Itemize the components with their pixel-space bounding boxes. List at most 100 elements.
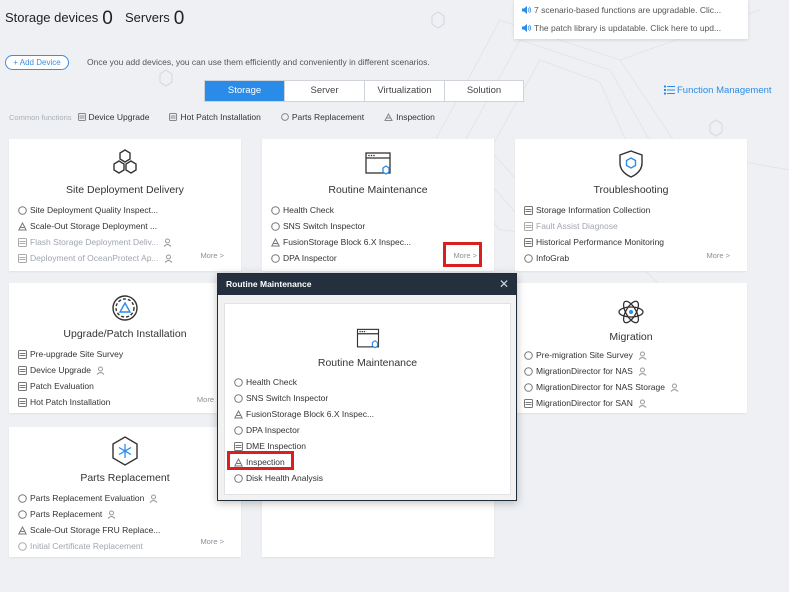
tab-solution[interactable]: Solution xyxy=(445,81,523,101)
upgrade-item-device-upgrade[interactable]: Device Upgrade xyxy=(18,362,231,378)
device-icon xyxy=(524,221,533,231)
card-title: Troubleshooting xyxy=(593,184,669,196)
site-item-flash-storage[interactable]: Flash Storage Deployment Deliv... xyxy=(18,234,231,250)
user-icon xyxy=(149,494,158,503)
more-link[interactable]: More > xyxy=(200,537,224,546)
item-label: SNS Switch Inspector xyxy=(283,221,366,231)
parts-item-certificate[interactable]: Initial Certificate Replacement xyxy=(18,538,231,554)
migration-item-nas-storage[interactable]: MigrationDirector for NAS Storage xyxy=(524,379,737,395)
device-icon xyxy=(18,397,27,407)
cluster-icon xyxy=(384,113,393,121)
close-icon[interactable]: ✕ xyxy=(499,274,509,295)
cluster-icon xyxy=(234,409,243,418)
circle-icon xyxy=(18,205,27,215)
routine-item-sns-switch[interactable]: SNS Switch Inspector xyxy=(271,218,484,234)
common-parts-replacement[interactable]: Parts Replacement xyxy=(280,112,365,122)
upgrade-item-site-survey[interactable]: Pre-upgrade Site Survey xyxy=(18,346,231,362)
card-troubleshooting: Troubleshooting Storage Information Coll… xyxy=(515,139,747,271)
user-icon xyxy=(164,254,172,263)
parts-item-fru-replace[interactable]: Scale-Out Storage FRU Replace... xyxy=(18,522,231,538)
notice-patch-library-text: The patch library is updatable. Click he… xyxy=(534,23,722,33)
add-device-button[interactable]: + Add Device xyxy=(5,55,69,70)
item-label: Fault Assist Diagnose xyxy=(536,221,618,231)
item-label: Hot Patch Installation xyxy=(30,397,111,407)
tab-storage[interactable]: Storage xyxy=(205,81,285,101)
dialog-item-dpa-inspector[interactable]: DPA Inspector xyxy=(234,422,374,438)
card-title: Site Deployment Delivery xyxy=(66,184,184,196)
card-title: Upgrade/Patch Installation xyxy=(63,328,187,340)
more-highlight-box xyxy=(443,242,482,267)
trouble-item-fault-assist[interactable]: Fault Assist Diagnose xyxy=(524,218,737,234)
notice-upgradable[interactable]: 7 scenario-based functions are upgradabl… xyxy=(521,5,743,15)
circle-icon xyxy=(234,377,243,387)
common-parts-replacement-label: Parts Replacement xyxy=(291,112,365,122)
item-label: MigrationDirector for SAN xyxy=(536,398,633,408)
item-label: Parts Replacement Evaluation xyxy=(30,493,145,503)
device-icon xyxy=(18,237,27,247)
routine-item-health-check[interactable]: Health Check xyxy=(271,202,484,218)
item-label: Device Upgrade xyxy=(30,365,91,375)
dialog-item-health-check[interactable]: Health Check xyxy=(234,374,374,390)
more-link[interactable]: More > xyxy=(706,251,730,260)
notice-upgradable-text: 7 scenario-based functions are upgradabl… xyxy=(534,5,722,15)
item-label: Patch Evaluation xyxy=(30,381,94,391)
card-upgrade-patch-installation: Upgrade/Patch Installation Pre-upgrade S… xyxy=(9,283,241,413)
device-icon xyxy=(524,398,533,408)
common-functions-bar: Common functions Device Upgrade Hot Patc… xyxy=(9,111,455,123)
site-item-quality-inspect[interactable]: Site Deployment Quality Inspect... xyxy=(18,202,231,218)
circle-icon xyxy=(524,382,533,392)
more-link[interactable]: More > xyxy=(200,251,224,260)
item-label: Initial Certificate Replacement xyxy=(30,541,143,551)
trouble-item-infograb[interactable]: InfoGrab xyxy=(524,250,737,266)
item-label: MigrationDirector for NAS Storage xyxy=(536,382,665,392)
tab-server[interactable]: Server xyxy=(285,81,365,101)
item-label: Health Check xyxy=(246,377,298,387)
speaker-icon xyxy=(522,6,531,14)
common-functions-label: Common functions xyxy=(9,112,72,122)
category-tabs: Storage Server Virtualization Solution xyxy=(204,80,524,102)
common-hot-patch-installation[interactable]: Hot Patch Installation xyxy=(169,112,261,122)
card-site-deployment-delivery: Site Deployment Delivery Site Deployment… xyxy=(9,139,241,271)
circle-icon xyxy=(524,350,533,360)
item-label: DPA Inspector xyxy=(246,425,300,435)
user-icon xyxy=(107,510,116,519)
trouble-item-info-collection[interactable]: Storage Information Collection xyxy=(524,202,737,218)
device-icon xyxy=(524,205,533,215)
dialog-item-fusionstorage[interactable]: FusionStorage Block 6.X Inspec... xyxy=(234,406,374,422)
function-management-link[interactable]: Function Management xyxy=(664,85,772,96)
item-label: Health Check xyxy=(283,205,335,215)
function-management-label: Function Management xyxy=(677,85,772,96)
dialog-item-disk-health[interactable]: Disk Health Analysis xyxy=(234,470,374,486)
servers-label: Servers xyxy=(125,10,170,25)
parts-item-replacement[interactable]: Parts Replacement xyxy=(18,506,231,522)
user-icon xyxy=(638,399,647,408)
tab-virtualization[interactable]: Virtualization xyxy=(365,81,445,101)
notice-patch-library[interactable]: The patch library is updatable. Click he… xyxy=(521,23,743,33)
site-item-oceanprotect[interactable]: Deployment of OceanProtect Ap... xyxy=(18,250,231,266)
trouble-item-historical-performance[interactable]: Historical Performance Monitoring xyxy=(524,234,737,250)
upgrade-item-patch-evaluation[interactable]: Patch Evaluation xyxy=(18,378,231,394)
common-hot-patch-label: Hot Patch Installation xyxy=(180,112,261,122)
migration-item-san[interactable]: MigrationDirector for SAN xyxy=(524,395,737,411)
item-label: Flash Storage Deployment Deliv... xyxy=(30,237,159,247)
common-inspection[interactable]: Inspection xyxy=(384,112,435,122)
common-device-upgrade[interactable]: Device Upgrade xyxy=(77,112,149,122)
device-icon xyxy=(234,441,243,451)
card-title: Parts Replacement xyxy=(80,472,170,484)
shield-icon xyxy=(619,150,643,178)
site-item-scale-out[interactable]: Scale-Out Storage Deployment ... xyxy=(18,218,231,234)
migration-item-nas[interactable]: MigrationDirector for NAS xyxy=(524,363,737,379)
circle-icon xyxy=(18,541,27,551)
circle-icon xyxy=(234,425,243,435)
speaker-icon xyxy=(522,24,531,32)
parts-item-evaluation[interactable]: Parts Replacement Evaluation xyxy=(18,490,231,506)
circle-icon xyxy=(271,205,280,215)
circle-icon xyxy=(524,366,533,376)
card-migration: Migration Pre-migration Site Survey Migr… xyxy=(515,283,747,413)
more-link[interactable]: More xyxy=(197,395,214,404)
dialog-item-sns-switch[interactable]: SNS Switch Inspector xyxy=(234,390,374,406)
circle-icon xyxy=(271,221,280,231)
item-label: Disk Health Analysis xyxy=(246,473,324,483)
circle-icon xyxy=(271,253,280,263)
migration-item-site-survey[interactable]: Pre-migration Site Survey xyxy=(524,347,737,363)
